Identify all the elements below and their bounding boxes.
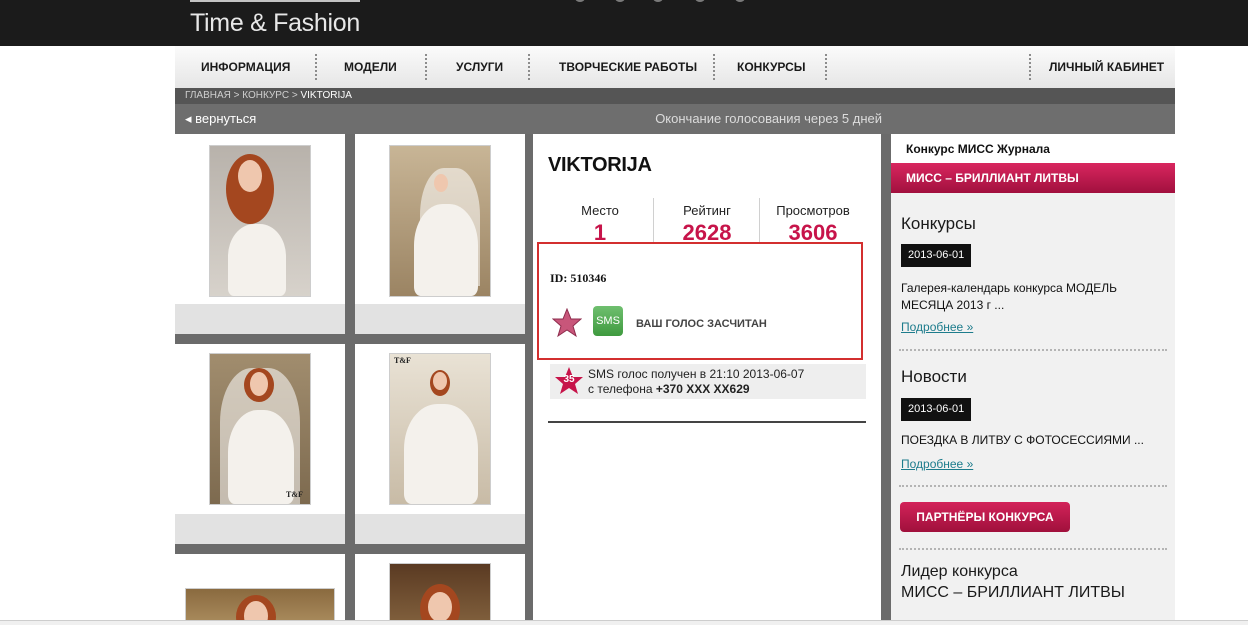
star-vote-icon[interactable] [552,308,582,338]
partners-button[interactable]: ПАРТНЁРЫ КОНКУРСА [900,502,1070,532]
breadcrumb-sep: > [233,90,240,101]
back-link[interactable]: ◂ вернуться [185,104,256,134]
photo-gallery: T&F T&F [175,134,525,624]
site-logo[interactable]: Time & Fashion [190,9,360,38]
main-nav: ИНФОРМАЦИЯ МОДЕЛИ УСЛУГИ ТВОРЧЕСКИЕ РАБО… [175,46,1175,89]
logo-mark [190,0,360,2]
thumb-caption [355,514,525,544]
stat-views-label: Просмотров [776,203,850,218]
nav-separator [528,54,530,80]
nav-separator [315,54,317,80]
nav-separator [825,54,827,80]
sidebar-gutter [881,134,891,624]
stat-separator [759,198,760,248]
stat-place-label: Место [581,203,619,218]
sidebar: Конкурс МИСС Журнала МИСС – БРИЛЛИАНТ ЛИ… [891,134,1175,624]
voting-countdown: Окончание голосования через 5 дней [655,111,882,126]
model-photo [209,145,311,297]
nav-separator [425,54,427,80]
contests-text[interactable]: Галерея-календарь конкурса МОДЕЛЬ МЕСЯЦА… [901,280,1169,314]
gallery-thumb[interactable] [355,554,525,624]
gallery-gutter [525,134,533,624]
news-heading: Новости [901,367,967,386]
window-bottom-edge [0,620,1248,625]
thumb-caption [355,304,525,334]
gallery-thumb[interactable] [355,134,525,334]
nav-item-account[interactable]: ЛИЧНЫЙ КАБИНЕТ [1049,46,1164,88]
leader-contest-name: МИСС – БРИЛЛИАНТ ЛИТВЫ [901,584,1125,601]
sidebar-divider [899,548,1167,550]
header-script-decoration [575,0,755,6]
contests-heading: Конкурсы [901,214,976,233]
model-profile: VIKTORIJA Место 1 Рейтинг 2628 Просмотро… [533,134,881,624]
sidebar-divider [899,349,1167,351]
sms-phone-prefix: с телефона [588,382,653,396]
contests-more-link[interactable]: Подробнее » [901,320,973,334]
model-photo: T&F [209,353,311,505]
breadcrumb-sep: > [291,90,298,101]
contests-date: 2013-06-01 [901,244,972,267]
contest-banner-label: МИСС – БРИЛЛИАНТ ЛИТВЫ [906,171,1079,185]
model-id: ID: 510346 [550,271,607,285]
gallery-thumb[interactable] [175,554,345,624]
gallery-thumb[interactable] [175,134,345,334]
nav-item-contests[interactable]: КОНКУРСЫ [737,46,806,88]
sidebar-divider [899,485,1167,487]
sms-phone-number: +370 XXX XX629 [655,382,750,396]
model-photo [389,563,491,624]
sms-phone-line: с телефона +370 XXX XX629 [588,382,750,396]
contest-label: Конкурс МИСС Журнала [906,142,1050,156]
vote-panel: ID: 510346 SMS ВАШ ГОЛОС ЗАСЧИТАН [537,242,863,360]
sms-vote-button[interactable]: SMS [593,306,623,336]
thumb-caption [175,514,345,544]
nav-item-info[interactable]: ИНФОРМАЦИЯ [201,46,290,88]
breadcrumb-home[interactable]: ГЛАВНАЯ [185,90,231,101]
nav-item-services[interactable]: УСЛУГИ [456,46,503,88]
model-photo: T&F [389,353,491,505]
nav-item-creative-works[interactable]: ТВОРЧЕСКИЕ РАБОТЫ [559,46,697,88]
vote-count-badge: 35 [563,374,575,385]
back-arrow-icon: ◂ [185,111,192,126]
nav-item-models[interactable]: МОДЕЛИ [344,46,397,88]
sms-received-text: SMS голос получен в 21:10 2013-06-07 [588,367,805,381]
stat-rating-label: Рейтинг [683,203,731,218]
thumb-caption [175,304,345,334]
back-bar: ◂ вернуться Окончание голосования через … [175,104,1175,134]
breadcrumb-current: VIKTORIJA [300,90,352,101]
contest-banner[interactable]: МИСС – БРИЛЛИАНТ ЛИТВЫ [891,163,1175,193]
news-date: 2013-06-01 [901,398,972,421]
breadcrumb: ГЛАВНАЯ > КОНКУРС > VIKTORIJA [175,88,1175,104]
stat-separator [653,198,654,248]
breadcrumb-contest[interactable]: КОНКУРС [242,90,289,101]
nav-separator [713,54,715,80]
back-link-label: вернуться [195,111,257,126]
gallery-thumb[interactable]: T&F [355,344,525,544]
leader-heading: Лидер конкурса [901,563,1018,580]
page-margin [1175,46,1248,624]
model-name: VIKTORIJA [548,154,652,176]
news-text[interactable]: ПОЕЗДКА В ЛИТВУ С ФОТОСЕССИЯМИ ... [901,432,1169,449]
divider [548,421,866,423]
gallery-thumb[interactable]: T&F [175,344,345,544]
model-photo [185,588,335,624]
model-photo [389,145,491,297]
sms-log-entry: 35 SMS голос получен в 21:10 2013-06-07 … [550,364,866,399]
vote-status: ВАШ ГОЛОС ЗАСЧИТАН [636,318,767,330]
nav-separator [1029,54,1031,80]
news-more-link[interactable]: Подробнее » [901,457,973,471]
site-header [0,0,1248,46]
